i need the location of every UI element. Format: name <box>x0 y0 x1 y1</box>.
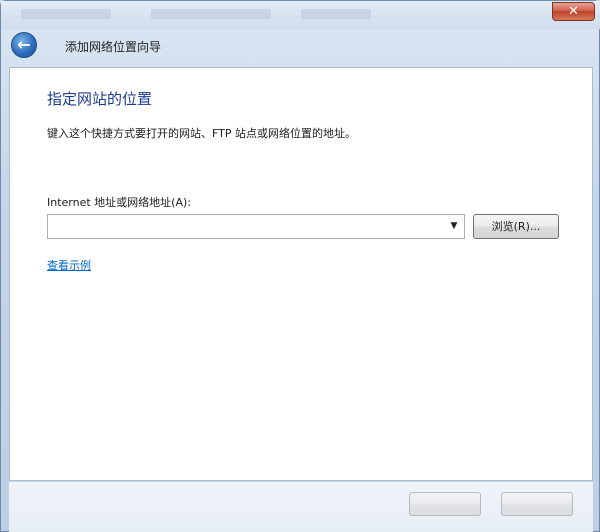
chevron-down-icon: ▼ <box>450 221 458 231</box>
wizard-navbar: ← 添加网络位置向导 <box>9 29 593 67</box>
next-button[interactable] <box>409 492 481 516</box>
dropdown-button[interactable]: ▼ <box>446 217 462 236</box>
close-button[interactable]: ✕ <box>552 2 595 21</box>
wizard-window: ✕ ← 添加网络位置向导 指定网站的位置 键入这个快捷方式要打开的网站、FTP … <box>0 0 600 532</box>
view-examples-link[interactable]: 查看示例 <box>47 257 91 273</box>
instruction-text: 键入这个快捷方式要打开的网站、FTP 站点或网络位置的地址。 <box>47 127 356 140</box>
wizard-footer <box>9 481 593 532</box>
page-heading: 指定网站的位置 <box>47 90 153 108</box>
back-button[interactable]: ← <box>11 32 37 58</box>
address-combobox[interactable]: ▼ <box>47 214 465 239</box>
address-field-label: Internet 地址或网络地址(A): <box>47 196 191 209</box>
back-arrow-icon: ← <box>17 35 31 54</box>
wizard-title: 添加网络位置向导 <box>65 40 162 54</box>
wizard-content: 指定网站的位置 键入这个快捷方式要打开的网站、FTP 站点或网络位置的地址。 I… <box>9 67 593 481</box>
address-input[interactable] <box>51 218 441 235</box>
browse-button[interactable]: 浏览(R)... <box>473 214 559 239</box>
title-bar[interactable]: ✕ <box>1 1 600 29</box>
blurred-title-text <box>21 9 111 19</box>
cancel-button[interactable] <box>501 492 573 516</box>
blurred-title-text <box>151 9 271 19</box>
blurred-title-text <box>301 9 371 19</box>
close-icon: ✕ <box>568 4 579 19</box>
